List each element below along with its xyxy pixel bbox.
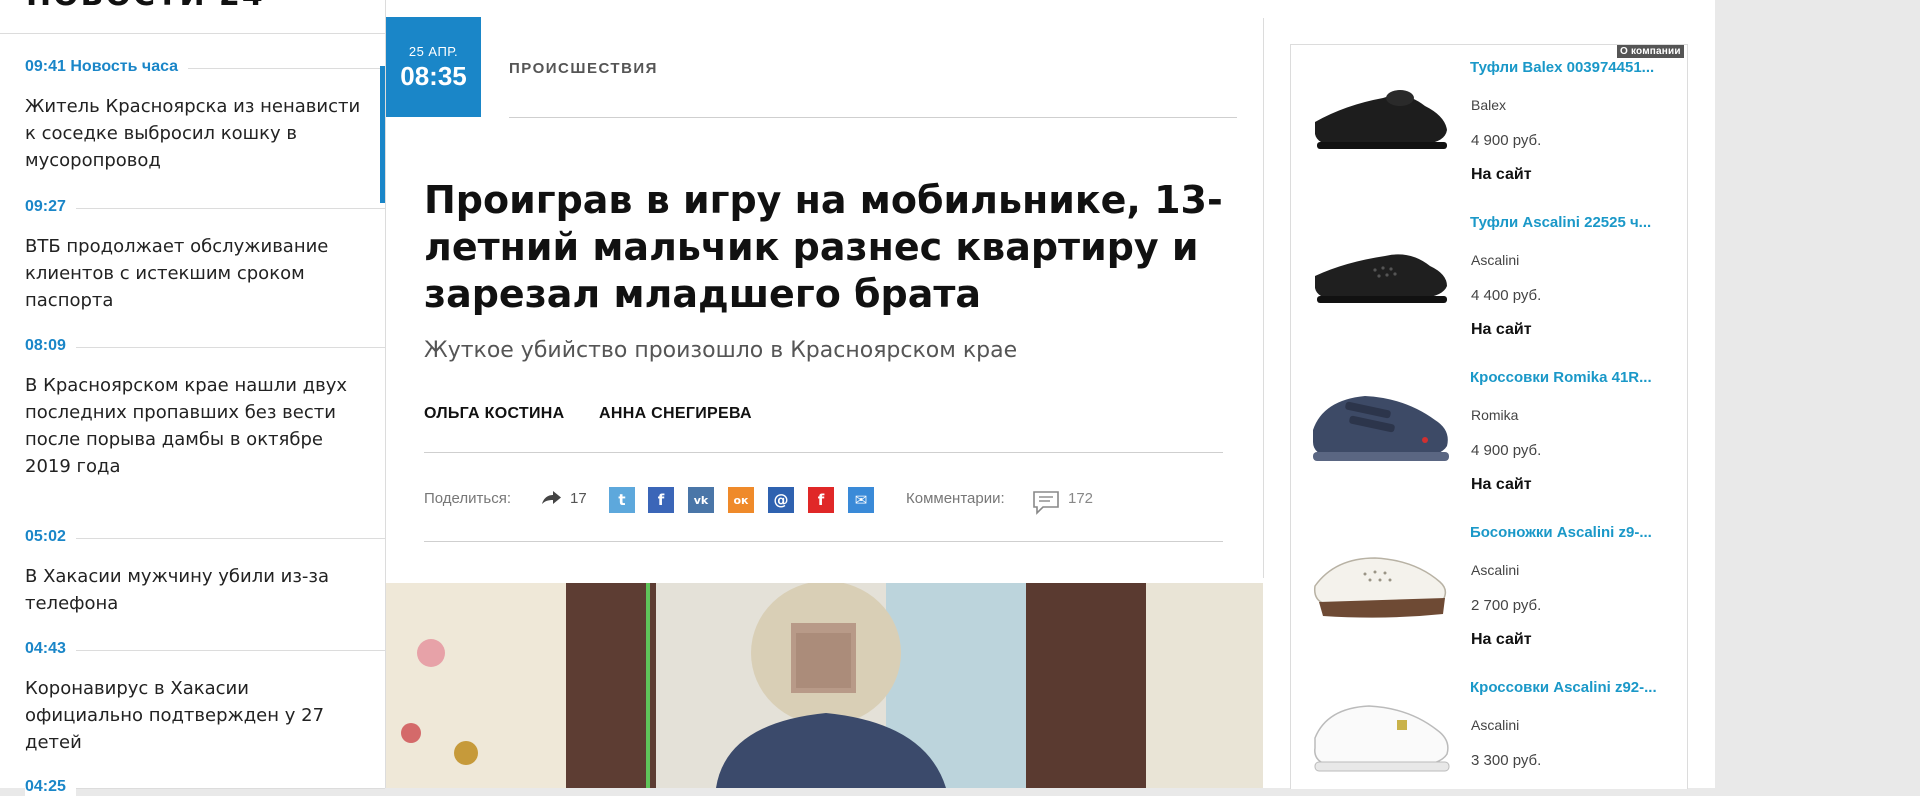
article-time: 08:35 (400, 61, 467, 91)
photo-illustration (386, 583, 1263, 788)
moimir-icon[interactable]: @ (768, 487, 794, 513)
feed-item[interactable]: 04:25 (0, 778, 385, 796)
divider (25, 788, 385, 789)
email-icon[interactable]: ✉ (848, 487, 874, 513)
product-image[interactable] (1305, 60, 1455, 170)
product-brand: Ascalini (1471, 252, 1520, 268)
product-name-link[interactable]: Босоножки Ascalini z9-... (1470, 524, 1652, 541)
feed-item-time: 05:02 (25, 528, 76, 546)
feed-item-title[interactable]: Житель Красноярска из ненависти к соседк… (25, 93, 365, 174)
divider (25, 538, 385, 539)
comments-count: 172 (1068, 490, 1094, 507)
to-site-link[interactable]: На сайт (1471, 166, 1532, 184)
share-count: 17 (570, 490, 587, 507)
feed-item-time: 09:27 (25, 198, 76, 216)
twitter-icon[interactable]: t (609, 487, 635, 513)
to-site-link[interactable]: На сайт (1471, 321, 1532, 339)
product-image[interactable] (1305, 214, 1455, 324)
product-name-link[interactable]: Кроссовки Ascalini z92-... (1470, 679, 1657, 696)
feed-item[interactable]: 09:27 ВТБ продолжает обслуживание клиент… (0, 198, 385, 336)
feed-item[interactable]: 09:41 Новость часа Житель Красноярска из… (0, 58, 385, 198)
about-company-link[interactable]: О компании (1617, 45, 1684, 58)
article-date: 25 АПР. (408, 44, 459, 59)
feed-item-title[interactable]: В Хакасии мужчину убили из-за телефона (25, 563, 365, 617)
feed-item-time: 09:41 Новость часа (25, 58, 189, 76)
author-link[interactable]: АННА СНЕГИРЕВА (599, 405, 752, 423)
product-image[interactable] (1305, 370, 1455, 480)
to-site-link[interactable]: На сайт (1471, 631, 1532, 649)
feed-item-title[interactable]: ВТБ продолжает обслуживание клиентов с и… (25, 233, 365, 314)
rubric-link[interactable]: ПРОИСШЕСТВИЯ (509, 60, 658, 77)
feed-item-title[interactable]: Коронавирус в Хакасии официально подтвер… (25, 675, 365, 756)
feed-item-time: 08:09 (25, 337, 76, 355)
facebook-icon[interactable]: f (648, 487, 674, 513)
divider (0, 33, 385, 34)
article-date-badge: 25 АПР. 08:35 (386, 17, 481, 117)
comments-label[interactable]: Комментарии: (906, 490, 1005, 507)
divider (25, 208, 385, 209)
product-image[interactable] (1305, 524, 1455, 634)
news-feed-sidebar: НОВОСТИ 24 09:41 Новость часа Житель Кра… (0, 0, 386, 796)
product-price: 4 900 руб. (1471, 442, 1542, 459)
divider (1263, 18, 1264, 578)
product-brand: Romika (1471, 407, 1519, 423)
feed-item[interactable]: 08:09 В Красноярском крае нашли двух пос… (0, 337, 385, 527)
product-price: 4 900 руб. (1471, 132, 1542, 149)
to-site-link[interactable]: На сайт (1471, 476, 1532, 494)
article-photo (386, 583, 1263, 788)
product-price: 2 700 руб. (1471, 597, 1542, 614)
feed-item-time: 04:25 (25, 778, 76, 796)
feed-item[interactable]: 05:02 В Хакасии мужчину убили из-за теле… (0, 528, 385, 638)
product-price: 3 300 руб. (1471, 752, 1542, 769)
odnoklassniki-icon[interactable]: ок (728, 487, 754, 513)
divider (25, 650, 385, 651)
feed-item[interactable]: 04:43 Коронавирус в Хакасии официально п… (0, 640, 385, 778)
divider (509, 117, 1237, 118)
article-headline: Проиграв в игру на мобильнике, 13-летний… (424, 178, 1223, 316)
flipboard-icon[interactable]: f (808, 487, 834, 513)
vk-icon[interactable]: vk (688, 487, 714, 513)
author-link[interactable]: ОЛЬГА КОСТИНА (424, 405, 565, 423)
divider (424, 541, 1223, 542)
product-brand: Ascalini (1471, 562, 1520, 578)
divider (424, 452, 1223, 453)
share-label: Поделиться: (424, 490, 511, 507)
product-brand: Ascalini (1471, 717, 1520, 733)
product-name-link[interactable]: Кроссовки Romika 41R... (1470, 369, 1652, 386)
product-brand: Balex (1471, 97, 1507, 113)
divider (25, 347, 385, 348)
product-image[interactable] (1305, 678, 1455, 788)
product-name-link[interactable]: Туфли Balex 003974451... (1470, 59, 1654, 76)
article-lead: Жуткое убийство произошло в Красноярском… (424, 338, 1018, 363)
feed-item-title[interactable]: В Красноярском крае нашли двух последних… (25, 372, 365, 480)
share-arrow-icon (542, 491, 561, 504)
product-name-link[interactable]: Туфли Ascalini 22525 ч... (1470, 214, 1651, 231)
active-indicator (380, 66, 385, 203)
feed-item-time: 04:43 (25, 640, 76, 658)
product-price: 4 400 руб. (1471, 287, 1542, 304)
comment-icon[interactable] (1032, 489, 1060, 515)
site-logo[interactable]: НОВОСТИ 24 (26, 0, 265, 13)
